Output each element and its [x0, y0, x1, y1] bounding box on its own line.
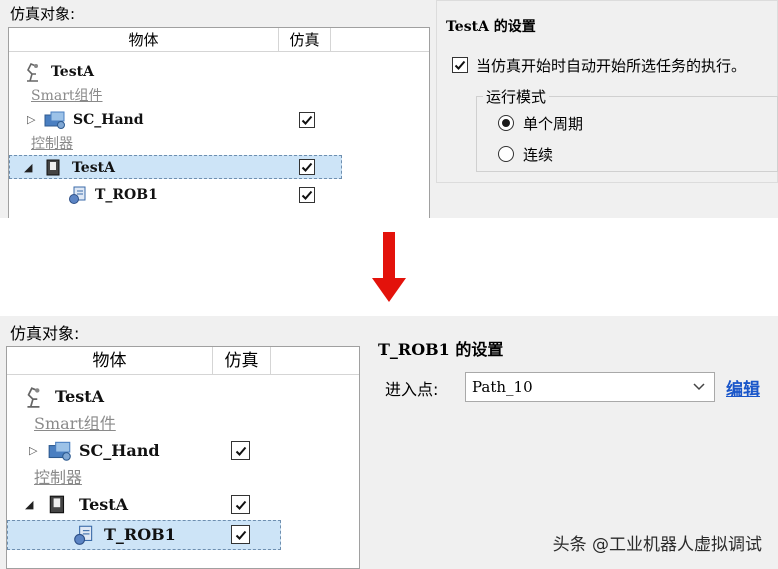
robot-icon [27, 387, 40, 408]
controller-group-label: 控制器 [34, 468, 83, 487]
station-label: TestA [51, 64, 94, 80]
radio-continuous-label[interactable]: 连续 [523, 144, 553, 165]
tree-row-sc-hand[interactable]: ▷ SC_Hand [9, 108, 429, 132]
chevron-down-icon [693, 383, 705, 391]
top-simulation-setup-panel: 仿真对象: 物体 仿真 TestA Smart组件 ▷ SC_Hand 控制器 … [0, 0, 778, 218]
radio-single-cycle-label[interactable]: 单个周期 [523, 113, 583, 134]
tree-row-controller[interactable]: ◢ TestA [9, 155, 342, 179]
collapse-arrow-icon[interactable]: ◢ [24, 156, 32, 180]
controller-group-label: 控制器 [31, 136, 73, 152]
checkmark-icon [454, 60, 466, 70]
task-icon [74, 525, 93, 545]
edit-link[interactable]: 编辑 [726, 375, 760, 400]
radio-continuous[interactable] [498, 146, 514, 162]
column-header-object[interactable]: 物体 [7, 347, 213, 375]
tree-row-task[interactable]: T_ROB1 [9, 183, 429, 207]
task-label: T_ROB1 [104, 525, 176, 544]
tree-row-station[interactable]: TestA [7, 383, 359, 411]
smart-group-label: Smart组件 [34, 414, 116, 433]
sc-hand-label: SC_Hand [73, 112, 144, 128]
column-header-simulate[interactable]: 仿真 [213, 347, 271, 375]
sim-object-tree: 物体 仿真 TestA Smart组件 ▷ SC_Hand 控制器 ◢ Test… [8, 27, 430, 218]
sim-objects-label: 仿真对象: [10, 324, 80, 343]
smart-component-icon [48, 441, 71, 461]
smart-component-icon [44, 111, 65, 129]
column-header-object[interactable]: 物体 [9, 28, 279, 52]
controller-sim-checkbox[interactable] [299, 159, 315, 175]
checkmark-icon [235, 530, 246, 540]
radio-single-cycle[interactable] [498, 115, 514, 131]
task-sim-checkbox[interactable] [299, 187, 315, 203]
auto-start-checkbox[interactable] [452, 57, 468, 73]
checkmark-icon [235, 500, 246, 510]
task-sim-checkbox[interactable] [231, 525, 250, 544]
watermark: 头条 @工业机器人虚拟调试 [552, 535, 762, 555]
controller-label: TestA [79, 495, 129, 514]
task-icon [69, 186, 86, 204]
sc-hand-sim-checkbox[interactable] [231, 441, 250, 460]
controller-label: TestA [72, 160, 115, 176]
auto-start-label[interactable]: 当仿真开始时自动开始所选任务的执行。 [476, 55, 746, 76]
expand-arrow-icon[interactable]: ▷ [29, 437, 37, 465]
sim-object-tree: 物体 仿真 TestA Smart组件 ▷ SC_Hand 控制器 ◢ Test… [6, 346, 360, 569]
expand-arrow-icon[interactable]: ▷ [27, 108, 35, 132]
column-header-simulate[interactable]: 仿真 [279, 28, 331, 52]
controller-sim-checkbox[interactable] [231, 495, 250, 514]
tree-header: 物体 仿真 [7, 347, 359, 375]
run-mode-title: 运行模式 [483, 86, 550, 107]
settings-title: TestA 的设置 [446, 19, 536, 35]
task-label: T_ROB1 [95, 187, 158, 203]
checkmark-icon [301, 190, 313, 200]
entry-point-select[interactable]: Path_10 [465, 372, 715, 402]
tree-row-controller[interactable]: ◢ TestA [7, 491, 359, 519]
tree-header: 物体 仿真 [9, 28, 429, 52]
entry-point-label: 进入点: [385, 380, 439, 399]
controller-icon [49, 495, 65, 514]
sc-hand-label: SC_Hand [79, 441, 160, 460]
tree-row-station[interactable]: TestA [9, 60, 429, 84]
collapse-arrow-icon[interactable]: ◢ [25, 491, 33, 519]
sc-hand-sim-checkbox[interactable] [299, 112, 315, 128]
checkmark-icon [235, 446, 246, 456]
sim-objects-label: 仿真对象: [10, 5, 76, 23]
settings-title: T_ROB1 的设置 [378, 340, 504, 359]
tree-row-task[interactable]: T_ROB1 [7, 520, 281, 550]
station-label: TestA [55, 387, 105, 406]
bottom-simulation-setup-panel: 仿真对象: 物体 仿真 TestA Smart组件 ▷ SC_Hand 控制器 … [0, 316, 778, 569]
entry-point-value: Path_10 [472, 378, 533, 396]
run-mode-group [476, 96, 778, 172]
checkmark-icon [301, 115, 313, 125]
checkmark-icon [301, 162, 313, 172]
down-arrow-icon [372, 232, 406, 302]
tree-row-sc-hand[interactable]: ▷ SC_Hand [7, 437, 359, 465]
robot-icon [27, 62, 38, 82]
controller-icon [46, 159, 60, 176]
smart-group-label: Smart组件 [31, 88, 103, 104]
